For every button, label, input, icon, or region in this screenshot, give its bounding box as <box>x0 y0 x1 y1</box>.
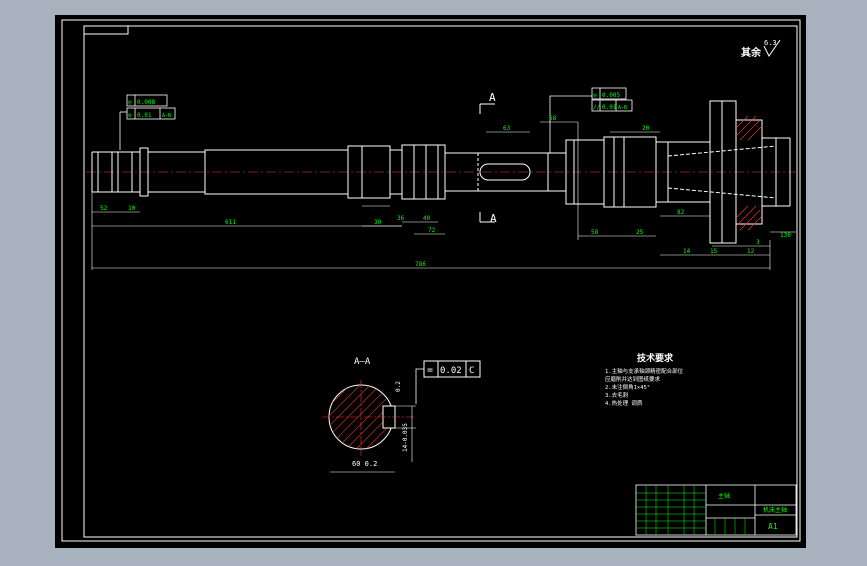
dim-58: 58 <box>591 229 599 236</box>
notes-line-5: 4.热处理 调质 <box>605 399 643 407</box>
section-depth-dim: 60 0.2 <box>352 460 377 468</box>
notes-title: 技术要求 <box>637 352 674 364</box>
dim-82: 82 <box>677 209 685 216</box>
dim-15: 15 <box>710 248 718 255</box>
part-name: 主轴 <box>718 492 730 500</box>
tol-a-symbol: ◎ <box>128 99 132 106</box>
dim-40: 40 <box>423 215 431 222</box>
dim-36: 36 <box>397 215 405 222</box>
dim-25: 25 <box>636 229 644 236</box>
roughness-label: 其余 <box>741 46 762 59</box>
tol-d-symbol: // <box>593 104 601 111</box>
tol-c-symbol: ◎ <box>593 92 597 99</box>
dim-10: 10 <box>128 205 136 212</box>
section-tol-symbol: = <box>427 365 433 376</box>
tol-a-value: 0.008 <box>137 99 155 106</box>
cad-viewport: 其余 6.3 A A ◎ 0.008 ◎ 0.01 A-B ◎ 0.005 //… <box>0 0 867 562</box>
dim-30: 30 <box>374 219 382 226</box>
tol-d-datum: A-B <box>618 105 627 111</box>
section-tol-value: 0.02 <box>440 366 462 376</box>
notes-line-4: 3.去毛刺 <box>605 391 629 399</box>
section-width-dim: 14-0.035 <box>402 423 409 452</box>
dim-72: 72 <box>428 227 436 234</box>
notes-line-3: 2.未注倒角1×45° <box>605 383 650 391</box>
dim-130: 130 <box>780 232 791 239</box>
drawing-sheet <box>55 15 806 548</box>
tol-b-datum: A-B <box>162 113 171 119</box>
roughness-value: 6.3 <box>764 39 777 47</box>
dim-3: 3 <box>756 239 760 246</box>
dim-611: 611 <box>225 219 236 226</box>
dim-total: 786 <box>415 261 426 268</box>
dim-68: 68 <box>549 115 557 122</box>
section-label-bottom: A <box>490 212 497 225</box>
dim-63: 63 <box>503 125 511 132</box>
dim-14: 14 <box>683 248 691 255</box>
tol-c-value: 0.005 <box>602 92 620 99</box>
notes-line-1: 1.主轴与支承轴颈精密配合部位 <box>605 367 684 375</box>
tol-d-value: 0.01 <box>602 104 617 111</box>
engineering-drawing: 其余 6.3 A A ◎ 0.008 ◎ 0.01 A-B ◎ 0.005 //… <box>55 15 806 548</box>
dim-12: 12 <box>747 248 755 255</box>
tol-b-symbol: ◎ <box>128 112 132 119</box>
tol-b-value: 0.01 <box>137 112 152 119</box>
section-tol-datum: C <box>469 366 474 376</box>
drawing-title: 机床主轴 <box>763 506 787 514</box>
section-small-dim: 0.2 <box>395 381 402 392</box>
notes-line-2: 应磨削并达到图纸要求 <box>605 375 661 383</box>
dim-20: 20 <box>642 125 650 132</box>
section-title: A—A <box>354 357 371 367</box>
dim-52: 52 <box>100 205 108 212</box>
sheet-size: A1 <box>768 522 778 531</box>
section-label-top: A <box>489 91 496 104</box>
